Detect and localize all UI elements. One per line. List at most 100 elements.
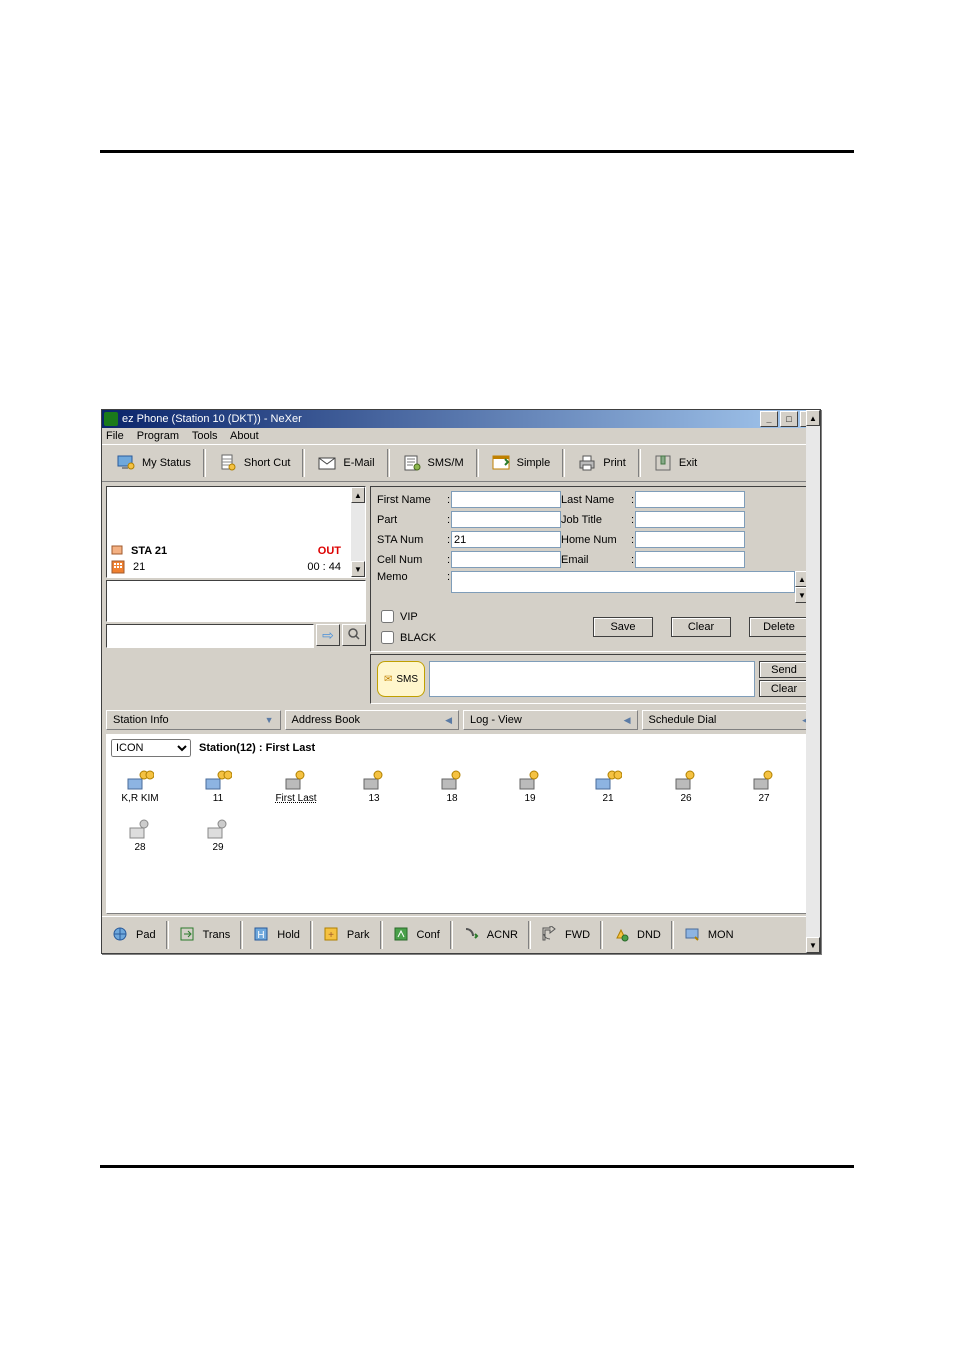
sms-icon <box>402 453 422 473</box>
call-station-sub: 21 <box>133 561 145 573</box>
fwd-button[interactable]: FWD <box>533 926 598 944</box>
station-item[interactable]: K,R KIM <box>115 769 165 804</box>
last-name-field[interactable] <box>635 491 745 508</box>
last-name-label: Last Name <box>561 494 631 506</box>
park-icon: + <box>323 926 341 944</box>
document-icon <box>218 453 238 473</box>
transfer-icon <box>179 926 197 944</box>
delete-button[interactable]: Delete <box>749 617 809 637</box>
email-label: Email <box>561 554 631 566</box>
go-button[interactable]: ⇨ <box>316 624 340 646</box>
contact-form: First Name: Last Name: Part: Job Title: … <box>370 486 816 652</box>
dnd-button[interactable]: DND <box>605 926 669 944</box>
exit-label: Exit <box>679 457 697 469</box>
cell-num-label: Cell Num <box>377 554 447 566</box>
hold-icon: H <box>253 926 271 944</box>
station-item[interactable]: 27 <box>739 769 789 804</box>
acnr-button[interactable]: ACNR <box>455 926 526 944</box>
menu-program[interactable]: Program <box>137 430 179 442</box>
search-input[interactable] <box>106 624 314 648</box>
menu-about[interactable]: About <box>230 430 259 442</box>
scroll-down-button[interactable]: ▼ <box>351 561 365 577</box>
vip-checkbox[interactable]: VIP <box>377 607 436 626</box>
station-item[interactable]: 21 <box>583 769 633 804</box>
job-title-field[interactable] <box>635 511 745 528</box>
globe-icon <box>112 926 130 944</box>
home-num-label: Home Num <box>561 534 631 546</box>
station-item[interactable]: 29 <box>193 818 243 853</box>
smsm-button[interactable]: SMS/M <box>392 451 474 475</box>
print-button[interactable]: Print <box>567 451 636 475</box>
scroll-up-button[interactable]: ▲ <box>351 487 365 503</box>
exit-button[interactable]: Exit <box>643 451 707 475</box>
black-checkbox[interactable]: BLACK <box>377 628 436 647</box>
svg-text:H: H <box>258 930 265 941</box>
station-item[interactable]: 18 <box>427 769 477 804</box>
menu-file[interactable]: File <box>106 430 124 442</box>
station-item[interactable]: 28 <box>115 818 165 853</box>
sms-input[interactable] <box>429 661 755 697</box>
scroll-down-button[interactable]: ▼ <box>806 937 820 953</box>
monitor-icon <box>684 926 702 944</box>
search-button[interactable] <box>342 624 366 646</box>
email-field[interactable] <box>635 551 745 568</box>
phone-icon <box>672 769 700 791</box>
acnr-icon <box>463 926 481 944</box>
window-icon <box>491 453 511 473</box>
phone-icon <box>126 818 154 840</box>
sms-clear-button[interactable]: Clear <box>759 680 809 697</box>
view-mode-select[interactable]: ICON <box>111 739 191 757</box>
tabs-row: Station Info▼ Address Book◀ Log - View◀ … <box>102 708 820 732</box>
minimize-button[interactable]: _ <box>760 411 778 427</box>
call-list-scrollbar[interactable]: ▲ ▼ <box>351 487 365 577</box>
phone-icon <box>438 769 466 791</box>
hold-button[interactable]: H Hold <box>245 926 308 944</box>
mon-button[interactable]: MON <box>676 926 742 944</box>
maximize-button[interactable]: □ <box>780 411 798 427</box>
sta-num-field[interactable] <box>451 531 561 548</box>
trans-button[interactable]: Trans <box>171 926 239 944</box>
shortcut-button[interactable]: Short Cut <box>208 451 300 475</box>
call-icon <box>111 544 125 558</box>
first-name-field[interactable] <box>451 491 561 508</box>
tab-station-info[interactable]: Station Info▼ <box>106 710 281 730</box>
station-item[interactable]: 26 <box>661 769 711 804</box>
station-item[interactable]: 13 <box>349 769 399 804</box>
home-num-field[interactable] <box>635 531 745 548</box>
simple-button[interactable]: Simple <box>481 451 561 475</box>
save-button[interactable]: Save <box>593 617 653 637</box>
part-label: Part <box>377 514 447 526</box>
clear-button[interactable]: Clear <box>671 617 731 637</box>
station-item[interactable]: 11 <box>193 769 243 804</box>
station-item[interactable]: 19 <box>505 769 555 804</box>
email-button[interactable]: E-Mail <box>307 451 384 475</box>
scroll-up-button[interactable]: ▲ <box>806 410 820 426</box>
dnd-icon <box>613 926 631 944</box>
pad-button[interactable]: Pad <box>104 926 164 944</box>
memo-label: Memo <box>377 571 447 583</box>
my-status-button[interactable]: My Status <box>106 451 201 475</box>
keypad-icon <box>111 560 125 574</box>
phone-icon <box>750 769 778 791</box>
titlebar: ez Phone (Station 10 (DKT)) - NeXer _ □ … <box>102 410 820 428</box>
menu-tools[interactable]: Tools <box>192 430 218 442</box>
conf-button[interactable]: Conf <box>385 926 448 944</box>
memo-field[interactable] <box>451 571 795 593</box>
sms-send-button[interactable]: Send <box>759 661 809 678</box>
envelope-icon <box>317 453 337 473</box>
chevron-left-icon: ◀ <box>624 715 631 726</box>
call-station-label: STA 21 <box>131 545 167 557</box>
tab-log-view[interactable]: Log - View◀ <box>463 710 638 730</box>
station-item[interactable]: First Last <box>271 769 321 804</box>
part-field[interactable] <box>451 511 561 528</box>
secondary-scrollbar[interactable]: ▲ ▼ <box>806 410 820 953</box>
tab-address-book[interactable]: Address Book◀ <box>285 710 460 730</box>
chevron-down-icon: ▼ <box>265 715 274 725</box>
tab-schedule-dial[interactable]: Schedule Dial◀ <box>642 710 817 730</box>
sms-badge: ✉ SMS <box>377 661 425 697</box>
toolbar: My Status Short Cut E-Mail <box>102 444 820 482</box>
cell-num-field[interactable] <box>451 551 561 568</box>
first-name-label: First Name <box>377 494 447 506</box>
phone-icon <box>204 769 232 791</box>
park-button[interactable]: + Park <box>315 926 378 944</box>
